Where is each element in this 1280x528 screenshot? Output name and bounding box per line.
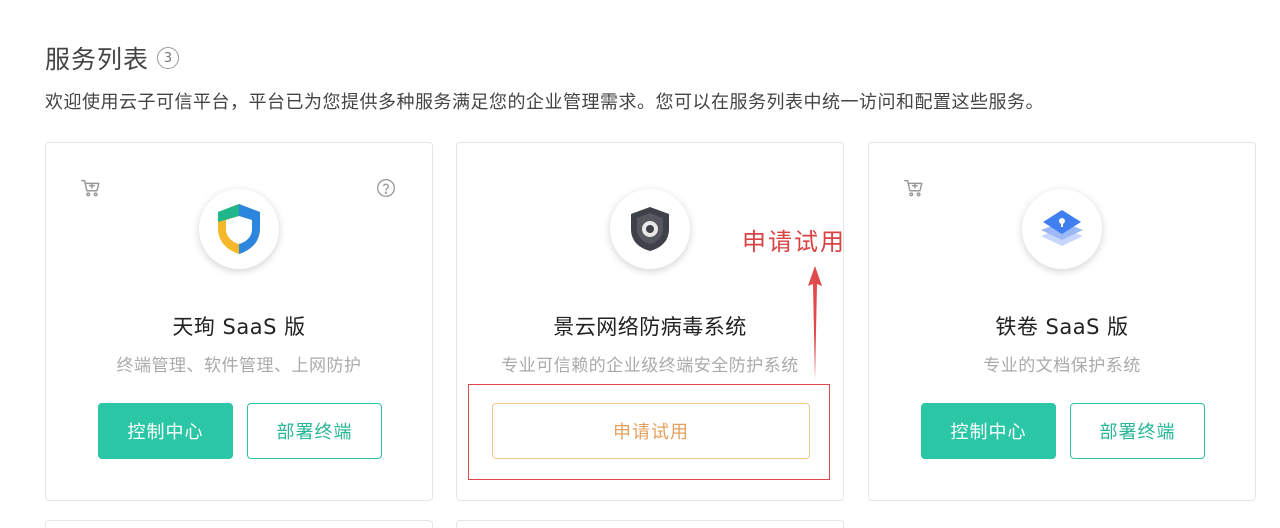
deploy-terminal-button[interactable]: 部署终端 [247, 403, 382, 459]
intro-text: 欢迎使用云子可信平台，平台已为您提供多种服务满足您的企业管理需求。您可以在服务列… [45, 92, 1044, 113]
deploy-terminal-button[interactable]: 部署终端 [1070, 403, 1205, 459]
antivirus-logo-icon [610, 189, 690, 269]
cart-icon[interactable] [903, 177, 925, 199]
card-description: 专业的文档保护系统 [983, 356, 1141, 376]
card-title: 天珣 SaaS 版 [172, 315, 306, 339]
card-description: 专业可信赖的企业级终端安全防护系统 [501, 356, 799, 376]
control-center-button[interactable]: 控制中心 [921, 403, 1056, 459]
help-icon[interactable] [376, 178, 396, 198]
annotation-arrow-icon [808, 266, 822, 380]
service-card-tiejuan: 铁卷 SaaS 版 专业的文档保护系统 控制中心 部署终端 [868, 142, 1256, 501]
shield-logo-icon [199, 189, 279, 269]
title-row: 服务列表 3 [45, 40, 180, 76]
next-row-card-edge [45, 520, 433, 528]
document-lock-logo-icon [1022, 189, 1102, 269]
card-title: 景云网络防病毒系统 [553, 315, 747, 339]
service-card-tianxun: 天珣 SaaS 版 终端管理、软件管理、上网防护 控制中心 部署终端 [45, 142, 433, 501]
card-description: 终端管理、软件管理、上网防护 [116, 356, 362, 376]
annotation-label: 申请试用 [742, 228, 846, 256]
annotation-highlight-box [468, 384, 830, 480]
control-center-button[interactable]: 控制中心 [98, 403, 233, 459]
page-title: 服务列表 [45, 45, 150, 74]
next-row-card-edge [456, 520, 844, 528]
service-count-badge: 3 [157, 47, 180, 69]
cart-icon[interactable] [80, 177, 102, 199]
card-title: 铁卷 SaaS 版 [995, 315, 1129, 339]
